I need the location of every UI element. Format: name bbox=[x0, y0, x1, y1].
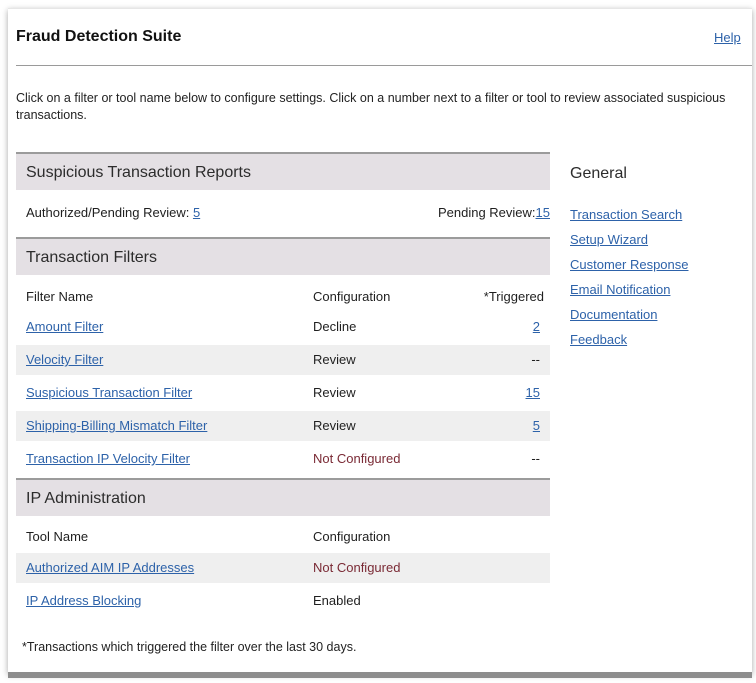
filter-name-link[interactable]: Transaction IP Velocity Filter bbox=[26, 444, 190, 474]
transaction-search-link[interactable]: Transaction Search bbox=[570, 207, 682, 222]
table-row: Velocity Filter Review -- bbox=[16, 345, 550, 375]
general-link-item: Customer Response bbox=[570, 252, 689, 277]
filter-configuration: Decline bbox=[313, 319, 357, 334]
footnote: *Transactions which triggered the filter… bbox=[22, 640, 357, 654]
column-triggered: *Triggered bbox=[483, 289, 544, 304]
documentation-link[interactable]: Documentation bbox=[570, 307, 657, 322]
section-header-ip-admin: IP Administration bbox=[16, 478, 550, 516]
triggered-count: -- bbox=[531, 352, 540, 367]
customer-response-link[interactable]: Customer Response bbox=[570, 257, 689, 272]
filter-name-link[interactable]: Amount Filter bbox=[26, 312, 103, 342]
triggered-count-link[interactable]: 5 bbox=[533, 411, 540, 441]
tool-configuration: Enabled bbox=[313, 593, 361, 608]
tool-name-link[interactable]: Authorized AIM IP Addresses bbox=[26, 553, 194, 583]
triggered-count: -- bbox=[531, 451, 540, 466]
panel-bottom-border bbox=[8, 672, 752, 678]
table-row: Shipping-Billing Mismatch Filter Review … bbox=[16, 411, 550, 441]
setup-wizard-link[interactable]: Setup Wizard bbox=[570, 232, 648, 247]
filter-name-link[interactable]: Velocity Filter bbox=[26, 345, 103, 375]
pending-review-count-link[interactable]: 15 bbox=[536, 205, 550, 220]
email-notification-link[interactable]: Email Notification bbox=[570, 282, 670, 297]
authorized-pending-label: Authorized/Pending Review: 5 bbox=[26, 205, 201, 220]
ip-column-header: Tool Name Configuration bbox=[16, 522, 550, 552]
help-link[interactable]: Help bbox=[714, 30, 741, 45]
column-tool-name: Tool Name bbox=[26, 529, 89, 544]
reports-row: Authorized/Pending Review: 5 Pending Rev… bbox=[16, 198, 550, 228]
feedback-link[interactable]: Feedback bbox=[570, 332, 627, 347]
table-row: Amount Filter Decline 2 bbox=[16, 312, 550, 342]
general-link-item: Documentation bbox=[570, 302, 689, 327]
filter-configuration: Review bbox=[313, 418, 356, 433]
authorized-pending-count-link[interactable]: 5 bbox=[193, 205, 200, 220]
general-links: Transaction Search Setup Wizard Customer… bbox=[570, 202, 689, 352]
page-title: Fraud Detection Suite bbox=[16, 28, 182, 45]
section-header-reports: Suspicious Transaction Reports bbox=[16, 152, 550, 190]
filter-configuration: Not Configured bbox=[313, 451, 401, 466]
general-link-item: Setup Wizard bbox=[570, 227, 689, 252]
column-filter-name: Filter Name bbox=[26, 289, 94, 304]
filter-name-link[interactable]: Suspicious Transaction Filter bbox=[26, 378, 192, 408]
pending-review-label: Pending Review:15 bbox=[437, 205, 550, 220]
general-title: General bbox=[570, 165, 627, 182]
column-configuration: Configuration bbox=[313, 529, 391, 544]
tool-configuration: Not Configured bbox=[313, 560, 401, 575]
intro-text: Click on a filter or tool name below to … bbox=[16, 91, 726, 122]
table-row: Suspicious Transaction Filter Review 15 bbox=[16, 378, 550, 408]
tool-name-link[interactable]: IP Address Blocking bbox=[26, 586, 141, 616]
table-row: Authorized AIM IP Addresses Not Configur… bbox=[16, 553, 550, 583]
triggered-count-link[interactable]: 15 bbox=[526, 378, 540, 408]
general-link-item: Transaction Search bbox=[570, 202, 689, 227]
column-configuration: Configuration bbox=[313, 289, 391, 304]
table-row: IP Address Blocking Enabled bbox=[16, 586, 550, 616]
filter-configuration: Review bbox=[313, 385, 356, 400]
filter-name-link[interactable]: Shipping-Billing Mismatch Filter bbox=[26, 411, 207, 441]
table-row: Transaction IP Velocity Filter Not Confi… bbox=[16, 444, 550, 474]
section-header-filters: Transaction Filters bbox=[16, 237, 550, 275]
filter-configuration: Review bbox=[313, 352, 356, 367]
triggered-count-link[interactable]: 2 bbox=[533, 312, 540, 342]
title-divider bbox=[16, 65, 752, 66]
general-link-item: Feedback bbox=[570, 327, 689, 352]
general-link-item: Email Notification bbox=[570, 277, 689, 302]
filters-column-header: Filter Name Configuration *Triggered bbox=[16, 282, 550, 312]
